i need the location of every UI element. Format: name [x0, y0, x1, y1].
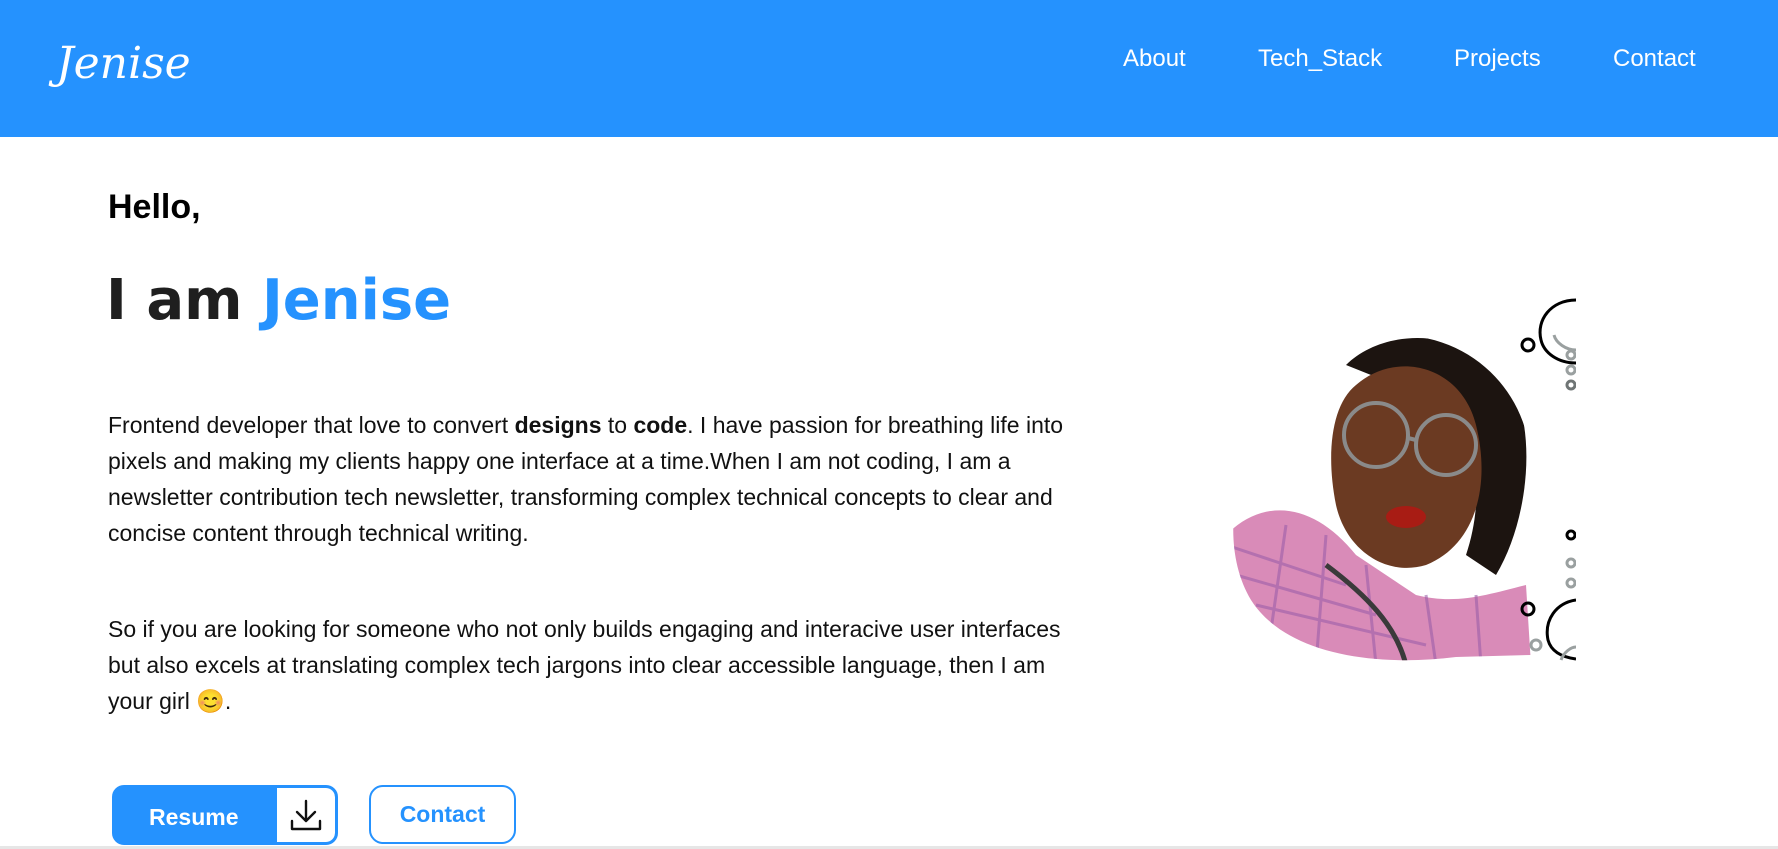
intro-heading: I am Jenise — [106, 268, 451, 333]
download-icon — [277, 788, 335, 842]
bio-text: . — [224, 688, 232, 714]
nav-link-contact[interactable]: Contact — [1613, 44, 1696, 74]
nav-link-projects[interactable]: Projects — [1454, 44, 1541, 74]
bio-paragraph-2: So if you are looking for someone who no… — [108, 611, 1068, 719]
bio-paragraph-1: Frontend developer that love to convert … — [108, 407, 1093, 551]
bio-bold-designs: designs — [514, 412, 602, 438]
bio-text: to — [601, 412, 634, 438]
intro-name: Jenise — [261, 268, 452, 333]
profile-photo — [1226, 295, 1577, 665]
smile-emoji-icon: 😊 — [196, 688, 225, 714]
nav-links: About Tech_Stack Projects Contact — [0, 44, 1778, 84]
nav-link-tech-stack[interactable]: Tech_Stack — [1258, 44, 1382, 74]
nav-link-about[interactable]: About — [1123, 44, 1186, 74]
contact-button[interactable]: Contact — [369, 785, 516, 844]
resume-button-label: Resume — [149, 804, 239, 830]
top-navbar: Jenise About Tech_Stack Projects Contact — [0, 0, 1778, 137]
bio-bold-code: code — [633, 412, 688, 438]
bio-text: Frontend developer that love to convert — [108, 412, 515, 438]
greeting: Hello, — [108, 188, 201, 226]
intro-prefix: I am — [106, 268, 262, 333]
resume-button[interactable]: Resume — [112, 785, 338, 845]
bio-text: So if you are looking for someone who no… — [108, 616, 1061, 714]
